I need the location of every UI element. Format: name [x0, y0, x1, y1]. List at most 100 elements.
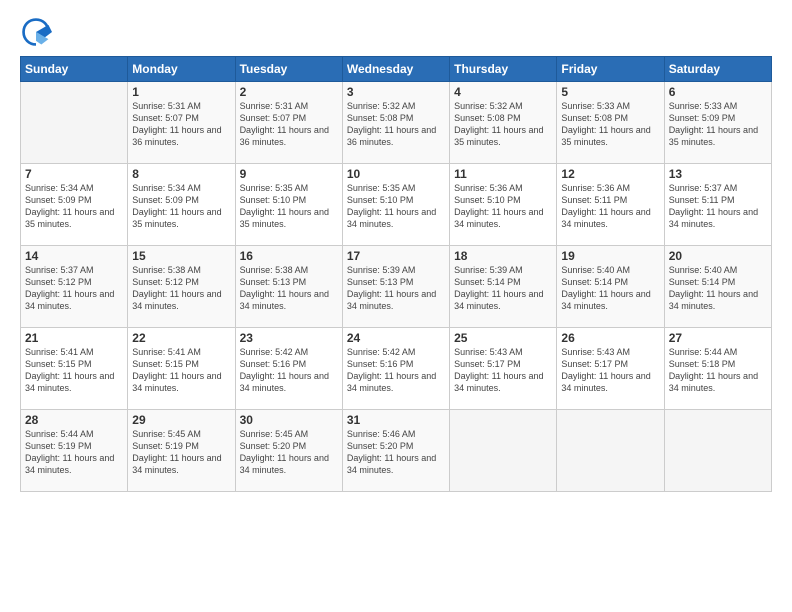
day-number: 23	[240, 331, 338, 345]
calendar-week-4: 28Sunrise: 5:44 AMSunset: 5:19 PMDayligh…	[21, 410, 772, 492]
day-number: 8	[132, 167, 230, 181]
calendar-cell	[557, 410, 664, 492]
calendar-header-wednesday: Wednesday	[342, 57, 449, 82]
day-info: Sunrise: 5:40 AMSunset: 5:14 PMDaylight:…	[561, 264, 659, 313]
calendar-cell: 11Sunrise: 5:36 AMSunset: 5:10 PMDayligh…	[450, 164, 557, 246]
calendar-cell: 27Sunrise: 5:44 AMSunset: 5:18 PMDayligh…	[664, 328, 771, 410]
day-info: Sunrise: 5:44 AMSunset: 5:19 PMDaylight:…	[25, 428, 123, 477]
calendar-cell: 21Sunrise: 5:41 AMSunset: 5:15 PMDayligh…	[21, 328, 128, 410]
day-number: 26	[561, 331, 659, 345]
logo	[20, 16, 56, 48]
calendar-cell	[664, 410, 771, 492]
day-info: Sunrise: 5:37 AMSunset: 5:11 PMDaylight:…	[669, 182, 767, 231]
day-info: Sunrise: 5:38 AMSunset: 5:13 PMDaylight:…	[240, 264, 338, 313]
day-number: 18	[454, 249, 552, 263]
day-info: Sunrise: 5:32 AMSunset: 5:08 PMDaylight:…	[347, 100, 445, 149]
calendar-cell	[21, 82, 128, 164]
day-info: Sunrise: 5:33 AMSunset: 5:08 PMDaylight:…	[561, 100, 659, 149]
calendar-header-saturday: Saturday	[664, 57, 771, 82]
calendar-cell: 16Sunrise: 5:38 AMSunset: 5:13 PMDayligh…	[235, 246, 342, 328]
calendar-cell: 24Sunrise: 5:42 AMSunset: 5:16 PMDayligh…	[342, 328, 449, 410]
day-info: Sunrise: 5:34 AMSunset: 5:09 PMDaylight:…	[25, 182, 123, 231]
day-info: Sunrise: 5:41 AMSunset: 5:15 PMDaylight:…	[25, 346, 123, 395]
day-number: 24	[347, 331, 445, 345]
day-info: Sunrise: 5:34 AMSunset: 5:09 PMDaylight:…	[132, 182, 230, 231]
calendar-cell: 18Sunrise: 5:39 AMSunset: 5:14 PMDayligh…	[450, 246, 557, 328]
day-info: Sunrise: 5:36 AMSunset: 5:11 PMDaylight:…	[561, 182, 659, 231]
day-info: Sunrise: 5:41 AMSunset: 5:15 PMDaylight:…	[132, 346, 230, 395]
calendar-header-row: SundayMondayTuesdayWednesdayThursdayFrid…	[21, 57, 772, 82]
day-info: Sunrise: 5:35 AMSunset: 5:10 PMDaylight:…	[347, 182, 445, 231]
day-number: 29	[132, 413, 230, 427]
day-number: 3	[347, 85, 445, 99]
calendar-cell: 6Sunrise: 5:33 AMSunset: 5:09 PMDaylight…	[664, 82, 771, 164]
day-number: 20	[669, 249, 767, 263]
calendar-cell: 8Sunrise: 5:34 AMSunset: 5:09 PMDaylight…	[128, 164, 235, 246]
day-info: Sunrise: 5:31 AMSunset: 5:07 PMDaylight:…	[240, 100, 338, 149]
day-number: 22	[132, 331, 230, 345]
day-number: 11	[454, 167, 552, 181]
day-number: 10	[347, 167, 445, 181]
day-number: 17	[347, 249, 445, 263]
day-number: 2	[240, 85, 338, 99]
calendar-header-thursday: Thursday	[450, 57, 557, 82]
day-number: 1	[132, 85, 230, 99]
day-number: 12	[561, 167, 659, 181]
calendar-cell: 3Sunrise: 5:32 AMSunset: 5:08 PMDaylight…	[342, 82, 449, 164]
calendar-cell: 4Sunrise: 5:32 AMSunset: 5:08 PMDaylight…	[450, 82, 557, 164]
calendar-cell: 31Sunrise: 5:46 AMSunset: 5:20 PMDayligh…	[342, 410, 449, 492]
calendar-cell: 10Sunrise: 5:35 AMSunset: 5:10 PMDayligh…	[342, 164, 449, 246]
calendar-cell: 13Sunrise: 5:37 AMSunset: 5:11 PMDayligh…	[664, 164, 771, 246]
day-number: 19	[561, 249, 659, 263]
calendar-cell: 30Sunrise: 5:45 AMSunset: 5:20 PMDayligh…	[235, 410, 342, 492]
calendar-cell	[450, 410, 557, 492]
calendar-cell: 20Sunrise: 5:40 AMSunset: 5:14 PMDayligh…	[664, 246, 771, 328]
day-info: Sunrise: 5:43 AMSunset: 5:17 PMDaylight:…	[561, 346, 659, 395]
calendar-cell: 26Sunrise: 5:43 AMSunset: 5:17 PMDayligh…	[557, 328, 664, 410]
calendar-cell: 17Sunrise: 5:39 AMSunset: 5:13 PMDayligh…	[342, 246, 449, 328]
day-info: Sunrise: 5:45 AMSunset: 5:20 PMDaylight:…	[240, 428, 338, 477]
day-info: Sunrise: 5:39 AMSunset: 5:13 PMDaylight:…	[347, 264, 445, 313]
day-number: 9	[240, 167, 338, 181]
calendar-cell: 5Sunrise: 5:33 AMSunset: 5:08 PMDaylight…	[557, 82, 664, 164]
calendar-week-3: 21Sunrise: 5:41 AMSunset: 5:15 PMDayligh…	[21, 328, 772, 410]
calendar-cell: 19Sunrise: 5:40 AMSunset: 5:14 PMDayligh…	[557, 246, 664, 328]
logo-icon	[20, 16, 52, 48]
day-info: Sunrise: 5:44 AMSunset: 5:18 PMDaylight:…	[669, 346, 767, 395]
day-info: Sunrise: 5:38 AMSunset: 5:12 PMDaylight:…	[132, 264, 230, 313]
day-info: Sunrise: 5:46 AMSunset: 5:20 PMDaylight:…	[347, 428, 445, 477]
calendar-cell: 25Sunrise: 5:43 AMSunset: 5:17 PMDayligh…	[450, 328, 557, 410]
calendar-header-tuesday: Tuesday	[235, 57, 342, 82]
calendar-table: SundayMondayTuesdayWednesdayThursdayFrid…	[20, 56, 772, 492]
day-number: 25	[454, 331, 552, 345]
calendar-cell: 9Sunrise: 5:35 AMSunset: 5:10 PMDaylight…	[235, 164, 342, 246]
calendar-header-friday: Friday	[557, 57, 664, 82]
day-info: Sunrise: 5:42 AMSunset: 5:16 PMDaylight:…	[347, 346, 445, 395]
day-info: Sunrise: 5:32 AMSunset: 5:08 PMDaylight:…	[454, 100, 552, 149]
day-info: Sunrise: 5:42 AMSunset: 5:16 PMDaylight:…	[240, 346, 338, 395]
day-info: Sunrise: 5:31 AMSunset: 5:07 PMDaylight:…	[132, 100, 230, 149]
calendar-cell: 15Sunrise: 5:38 AMSunset: 5:12 PMDayligh…	[128, 246, 235, 328]
day-info: Sunrise: 5:40 AMSunset: 5:14 PMDaylight:…	[669, 264, 767, 313]
calendar-cell: 7Sunrise: 5:34 AMSunset: 5:09 PMDaylight…	[21, 164, 128, 246]
day-info: Sunrise: 5:36 AMSunset: 5:10 PMDaylight:…	[454, 182, 552, 231]
day-info: Sunrise: 5:35 AMSunset: 5:10 PMDaylight:…	[240, 182, 338, 231]
calendar-header-monday: Monday	[128, 57, 235, 82]
day-info: Sunrise: 5:37 AMSunset: 5:12 PMDaylight:…	[25, 264, 123, 313]
calendar-cell: 23Sunrise: 5:42 AMSunset: 5:16 PMDayligh…	[235, 328, 342, 410]
calendar-cell: 12Sunrise: 5:36 AMSunset: 5:11 PMDayligh…	[557, 164, 664, 246]
calendar-cell: 28Sunrise: 5:44 AMSunset: 5:19 PMDayligh…	[21, 410, 128, 492]
calendar-cell: 14Sunrise: 5:37 AMSunset: 5:12 PMDayligh…	[21, 246, 128, 328]
page: SundayMondayTuesdayWednesdayThursdayFrid…	[0, 0, 792, 612]
day-number: 14	[25, 249, 123, 263]
day-info: Sunrise: 5:39 AMSunset: 5:14 PMDaylight:…	[454, 264, 552, 313]
day-info: Sunrise: 5:43 AMSunset: 5:17 PMDaylight:…	[454, 346, 552, 395]
day-number: 28	[25, 413, 123, 427]
day-number: 21	[25, 331, 123, 345]
day-number: 16	[240, 249, 338, 263]
calendar-cell: 29Sunrise: 5:45 AMSunset: 5:19 PMDayligh…	[128, 410, 235, 492]
calendar-header-sunday: Sunday	[21, 57, 128, 82]
day-number: 15	[132, 249, 230, 263]
day-info: Sunrise: 5:45 AMSunset: 5:19 PMDaylight:…	[132, 428, 230, 477]
day-number: 6	[669, 85, 767, 99]
